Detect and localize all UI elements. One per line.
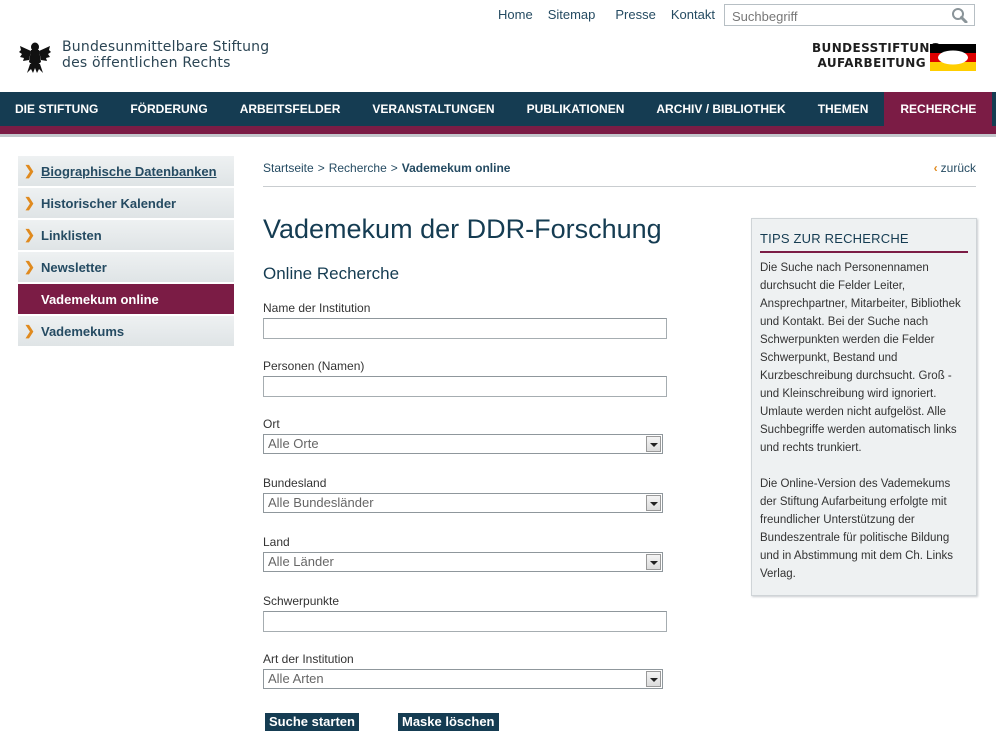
land-label: Land bbox=[263, 535, 290, 549]
page-subtitle: Online Recherche bbox=[263, 264, 400, 283]
brand-text[interactable]: Bundesunmittelbare Stiftung des öffentli… bbox=[62, 39, 269, 71]
sidebar: ❯ Biographische Datenbanken ❯ Historisch… bbox=[18, 156, 234, 348]
sidebar-item-label: Historischer Kalender bbox=[41, 195, 177, 211]
federal-eagle-icon[interactable] bbox=[18, 40, 52, 74]
chevron-right-icon: ❯ bbox=[24, 195, 35, 210]
nav-die-stiftung[interactable]: DIE STIFTUNG bbox=[0, 92, 114, 126]
sidebar-item-label: Biographische Datenbanken bbox=[41, 163, 217, 179]
sidebar-item-vademekums[interactable]: ❯ Vademekums bbox=[18, 316, 234, 346]
nav-foerderung[interactable]: FÖRDERUNG bbox=[114, 92, 223, 126]
chevron-right-icon: ❯ bbox=[24, 259, 35, 274]
breadcrumb-recherche[interactable]: Recherche bbox=[329, 161, 387, 175]
sidebar-item-historischer-kalender[interactable]: ❯ Historischer Kalender bbox=[18, 188, 234, 218]
page-title: Vademekum der DDR-Forschung bbox=[263, 214, 662, 244]
tips-paragraph-1: Die Suche nach Personennamen durchsucht … bbox=[760, 262, 961, 454]
main-nav: DIE STIFTUNG FÖRDERUNG ARBEITSFELDER VER… bbox=[0, 92, 996, 134]
reset-form-button[interactable]: Maske löschen bbox=[398, 713, 499, 731]
breadcrumb-startseite[interactable]: Startseite bbox=[263, 161, 314, 175]
sidebar-item-label: Newsletter bbox=[41, 259, 107, 275]
art-select[interactable]: Alle Arten bbox=[263, 669, 663, 689]
divider bbox=[263, 186, 976, 187]
land-select[interactable]: Alle Länder bbox=[263, 552, 663, 572]
art-select-value: Alle Arten bbox=[268, 671, 324, 686]
logo-line-1: BUNDESSTIFTUNG bbox=[812, 41, 941, 55]
schwerpunkte-label: Schwerpunkte bbox=[263, 594, 340, 608]
chevron-right-icon: ❯ bbox=[24, 163, 35, 178]
magnifier-icon[interactable] bbox=[950, 7, 970, 24]
back-link-label: zurück bbox=[940, 161, 976, 175]
nav-veranstaltungen[interactable]: VERANSTALTUNGEN bbox=[356, 92, 510, 126]
ort-select[interactable]: Alle Orte bbox=[263, 434, 663, 454]
german-flag-icon bbox=[930, 44, 976, 71]
dropdown-arrow-icon[interactable] bbox=[646, 554, 661, 570]
sidebar-item-label: Linklisten bbox=[41, 227, 102, 243]
bundesland-label: Bundesland bbox=[263, 476, 327, 490]
breadcrumb: Startseite > Recherche > Vademekum online bbox=[263, 161, 510, 175]
breadcrumb-current: Vademekum online bbox=[401, 161, 511, 175]
brand-line-2: des öffentlichen Rechts bbox=[62, 55, 231, 71]
util-link-kontakt[interactable]: Kontakt bbox=[671, 7, 715, 22]
search-input[interactable] bbox=[730, 6, 946, 26]
back-link[interactable]: ‹ zurück bbox=[934, 161, 976, 175]
sidebar-item-label: Vademekum online bbox=[41, 291, 159, 307]
breadcrumb-separator: > bbox=[317, 161, 325, 175]
bundesland-select[interactable]: Alle Bundesländer bbox=[263, 493, 663, 513]
ort-select-value: Alle Orte bbox=[268, 436, 319, 451]
sidebar-item-vademekum-online[interactable]: Vademekum online bbox=[18, 284, 234, 314]
util-link-presse[interactable]: Presse bbox=[615, 7, 655, 22]
nav-arbeitsfelder[interactable]: ARBEITSFELDER bbox=[224, 92, 357, 126]
chevron-right-icon: ❯ bbox=[24, 323, 35, 338]
ort-label: Ort bbox=[263, 417, 280, 431]
sidebar-item-linklisten[interactable]: ❯ Linklisten bbox=[18, 220, 234, 250]
chevron-right-icon: ❯ bbox=[24, 227, 35, 242]
utility-nav: Home Sitemap Presse Kontakt bbox=[498, 7, 730, 22]
dropdown-arrow-icon[interactable] bbox=[646, 671, 661, 687]
sidebar-item-biographische-datenbanken[interactable]: ❯ Biographische Datenbanken bbox=[18, 156, 234, 186]
persons-input[interactable] bbox=[263, 376, 667, 397]
tips-box: TIPS ZUR RECHERCHE Die Suche nach Person… bbox=[751, 218, 977, 596]
dropdown-arrow-icon[interactable] bbox=[646, 436, 661, 452]
nav-themen[interactable]: THEMEN bbox=[802, 92, 885, 126]
institution-label: Name der Institution bbox=[263, 301, 371, 315]
util-link-sitemap[interactable]: Sitemap bbox=[548, 7, 596, 22]
breadcrumb-separator: > bbox=[390, 161, 398, 175]
tips-title: TIPS ZUR RECHERCHE bbox=[760, 231, 968, 253]
persons-label: Personen (Namen) bbox=[263, 359, 365, 373]
nav-recherche[interactable]: RECHERCHE bbox=[884, 92, 993, 126]
chevron-left-icon: ‹ bbox=[933, 161, 938, 175]
util-link-home[interactable]: Home bbox=[498, 7, 533, 22]
sidebar-item-newsletter[interactable]: ❯ Newsletter bbox=[18, 252, 234, 282]
land-select-value: Alle Länder bbox=[268, 554, 334, 569]
dropdown-arrow-icon[interactable] bbox=[646, 495, 661, 511]
art-label: Art der Institution bbox=[263, 652, 354, 666]
submit-search-button[interactable]: Suche starten bbox=[265, 713, 359, 731]
sidebar-item-label: Vademekums bbox=[41, 323, 125, 339]
institution-input[interactable] bbox=[263, 318, 667, 339]
bundesland-select-value: Alle Bundesländer bbox=[268, 495, 374, 510]
nav-divider bbox=[0, 134, 996, 137]
logo-line-2: AUFARBEITUNG bbox=[817, 56, 926, 70]
bundesstiftung-logo-text[interactable]: BUNDESSTIFTUNG AUFARBEITUNG bbox=[812, 41, 941, 71]
tips-paragraph-2: Die Online-Version des Vademekums der St… bbox=[760, 478, 954, 580]
schwerpunkte-input[interactable] bbox=[263, 611, 667, 632]
brand-line-1: Bundesunmittelbare Stiftung bbox=[62, 39, 270, 55]
nav-archiv-bibliothek[interactable]: ARCHIV / BIBLIOTHEK bbox=[640, 92, 801, 126]
search-box bbox=[724, 4, 975, 26]
nav-publikationen[interactable]: PUBLIKATIONEN bbox=[511, 92, 641, 126]
